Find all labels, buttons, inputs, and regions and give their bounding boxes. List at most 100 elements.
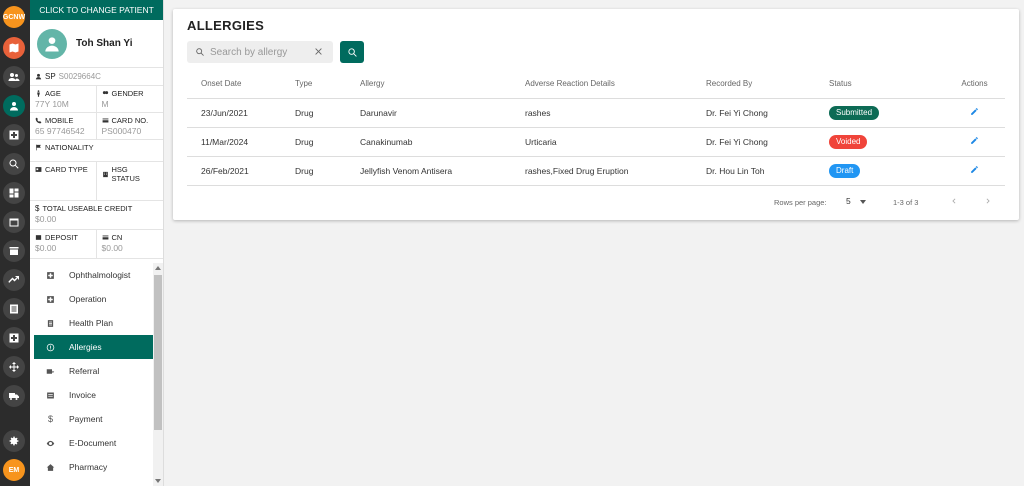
scroll-thumb[interactable]: [154, 275, 162, 430]
search-button[interactable]: [340, 41, 364, 63]
menu-label: Referral: [69, 366, 100, 376]
user-avatar[interactable]: EM: [3, 459, 25, 481]
menu-item-e-document[interactable]: E-Document: [34, 431, 154, 455]
gender-value: M: [101, 99, 109, 109]
menu-label: E-Document: [69, 438, 117, 448]
menu-label: Health Plan: [69, 318, 113, 328]
page-range: 1-3 of 3: [893, 198, 919, 207]
dashboard-icon[interactable]: [3, 182, 25, 204]
menu-item-pharmacy[interactable]: Pharmacy: [34, 455, 154, 479]
menu-item-operation[interactable]: Operation: [34, 287, 154, 311]
truck-icon[interactable]: [3, 385, 25, 407]
move-icon[interactable]: [3, 356, 25, 378]
menu-item-ophthalmologist[interactable]: Ophthalmologist: [34, 263, 154, 287]
org-badge[interactable]: GCNW: [3, 6, 25, 28]
card-no-label: CARD NO.: [111, 116, 149, 125]
calendar-icon[interactable]: [3, 211, 25, 233]
allergy-cell: Canakinumab: [360, 127, 525, 157]
credit-label: TOTAL USEABLE CREDIT: [42, 204, 133, 213]
allergy-cell: Jellyfish Venom Antisera: [360, 156, 525, 186]
recorded-by-cell: Dr. Fei Yi Chong: [706, 98, 829, 128]
credit-note-icon: [102, 235, 108, 240]
search-icon[interactable]: [3, 153, 25, 175]
status-badge: Draft: [829, 163, 861, 178]
menu-label: Allergies: [69, 342, 102, 352]
mobile-label: MOBILE: [45, 116, 74, 125]
deposit-icon: [35, 235, 42, 240]
list-icon[interactable]: [3, 298, 25, 320]
credit-value: $0.00: [35, 214, 57, 224]
table-pagination: Rows per page: 5 1-3 of 3: [173, 194, 1019, 210]
menu-item-invoice[interactable]: Invoice: [34, 383, 154, 407]
table-row[interactable]: 26/Feb/2021 Drug Jellyfish Venom Antiser…: [187, 156, 1005, 186]
search-input[interactable]: [210, 46, 310, 58]
age-value: 77Y 10M: [35, 99, 69, 109]
map-icon[interactable]: [3, 37, 25, 59]
menu-scrollbar[interactable]: [153, 263, 163, 486]
menu-item-allergies[interactable]: Allergies: [34, 335, 154, 359]
prev-page-icon[interactable]: [949, 196, 959, 208]
search-icon: [196, 48, 204, 56]
invoice-icon: [47, 392, 54, 398]
column-header: Actions: [944, 69, 1005, 99]
onset-cell: 26/Feb/2021: [187, 156, 295, 186]
column-header[interactable]: Status: [829, 69, 944, 99]
gender-label: GENDER: [111, 89, 144, 98]
cn-value: $0.00: [101, 243, 123, 253]
alert-circle-icon: [46, 343, 55, 351]
person-icon[interactable]: [3, 95, 25, 117]
cn-cell: CN $0.00: [97, 230, 164, 258]
type-cell: Drug: [295, 98, 360, 128]
search-box: [187, 41, 333, 63]
menu-item-payment[interactable]: $ Payment: [34, 407, 154, 431]
gender-icon: [102, 91, 108, 95]
deposit-value: $0.00: [35, 243, 57, 253]
sp-value: S0029664C: [58, 72, 101, 81]
patient-menu: Ophthalmologist Operation Health Plan Al…: [30, 263, 154, 479]
sp-row: SP S0029664C: [30, 68, 163, 86]
scroll-down-icon[interactable]: [155, 479, 161, 483]
type-cell: Drug: [295, 127, 360, 157]
change-patient-label: CLICK TO CHANGE PATIENT: [39, 5, 154, 15]
recorded-by-cell: Dr. Hou Lin Toh: [706, 156, 829, 186]
table-header-row: Onset Date Type Allergy Adverse Reaction…: [187, 69, 1005, 99]
status-badge: Submitted: [829, 105, 880, 120]
trending-icon[interactable]: [3, 269, 25, 291]
scroll-up-icon[interactable]: [155, 266, 161, 270]
mobile-value: 65 97746542: [35, 126, 85, 136]
nationality-row: NATIONALITY: [30, 140, 163, 162]
column-header[interactable]: Allergy: [360, 69, 525, 99]
table-row[interactable]: 11/Mar/2024 Drug Canakinumab Urticaria D…: [187, 127, 1005, 157]
people-icon[interactable]: [3, 66, 25, 88]
next-page-icon[interactable]: [983, 196, 993, 208]
column-header[interactable]: Recorded By: [706, 69, 829, 99]
menu-label: Invoice: [69, 390, 96, 400]
column-header[interactable]: Adverse Reaction Details: [525, 69, 706, 99]
sp-label: SP: [45, 72, 56, 81]
menu-item-referral[interactable]: Referral: [34, 359, 154, 383]
table-row[interactable]: 23/Jun/2021 Drug Darunavir rashes Dr. Fe…: [187, 98, 1005, 128]
settings-icon[interactable]: [3, 430, 25, 452]
recorded-by-cell: Dr. Fei Yi Chong: [706, 127, 829, 157]
edit-icon[interactable]: [970, 137, 979, 147]
clear-icon[interactable]: [313, 46, 324, 57]
chevron-down-icon[interactable]: [860, 200, 866, 204]
medical-plus-icon[interactable]: [3, 124, 25, 146]
rows-per-page-select[interactable]: 5: [846, 196, 851, 206]
menu-label: Ophthalmologist: [69, 270, 131, 280]
column-header[interactable]: Type: [295, 69, 360, 99]
store-icon[interactable]: [3, 240, 25, 262]
status-badge: Voided: [829, 134, 868, 149]
type-cell: Drug: [295, 156, 360, 186]
onset-cell: 11/Mar/2024: [187, 127, 295, 157]
age-cell: AGE 77Y 10M: [30, 86, 97, 112]
edit-icon[interactable]: [970, 166, 979, 176]
menu-item-health-plan[interactable]: Health Plan: [34, 311, 154, 335]
column-header[interactable]: Onset Date: [187, 69, 295, 99]
change-patient-button[interactable]: CLICK TO CHANGE PATIENT: [30, 0, 163, 20]
reaction-cell: rashes,Fixed Drug Eruption: [525, 156, 706, 186]
hospital-icon[interactable]: [3, 327, 25, 349]
dollar-icon: $: [47, 414, 53, 424]
edit-icon[interactable]: [970, 108, 979, 118]
standing-person-icon: [37, 90, 40, 97]
